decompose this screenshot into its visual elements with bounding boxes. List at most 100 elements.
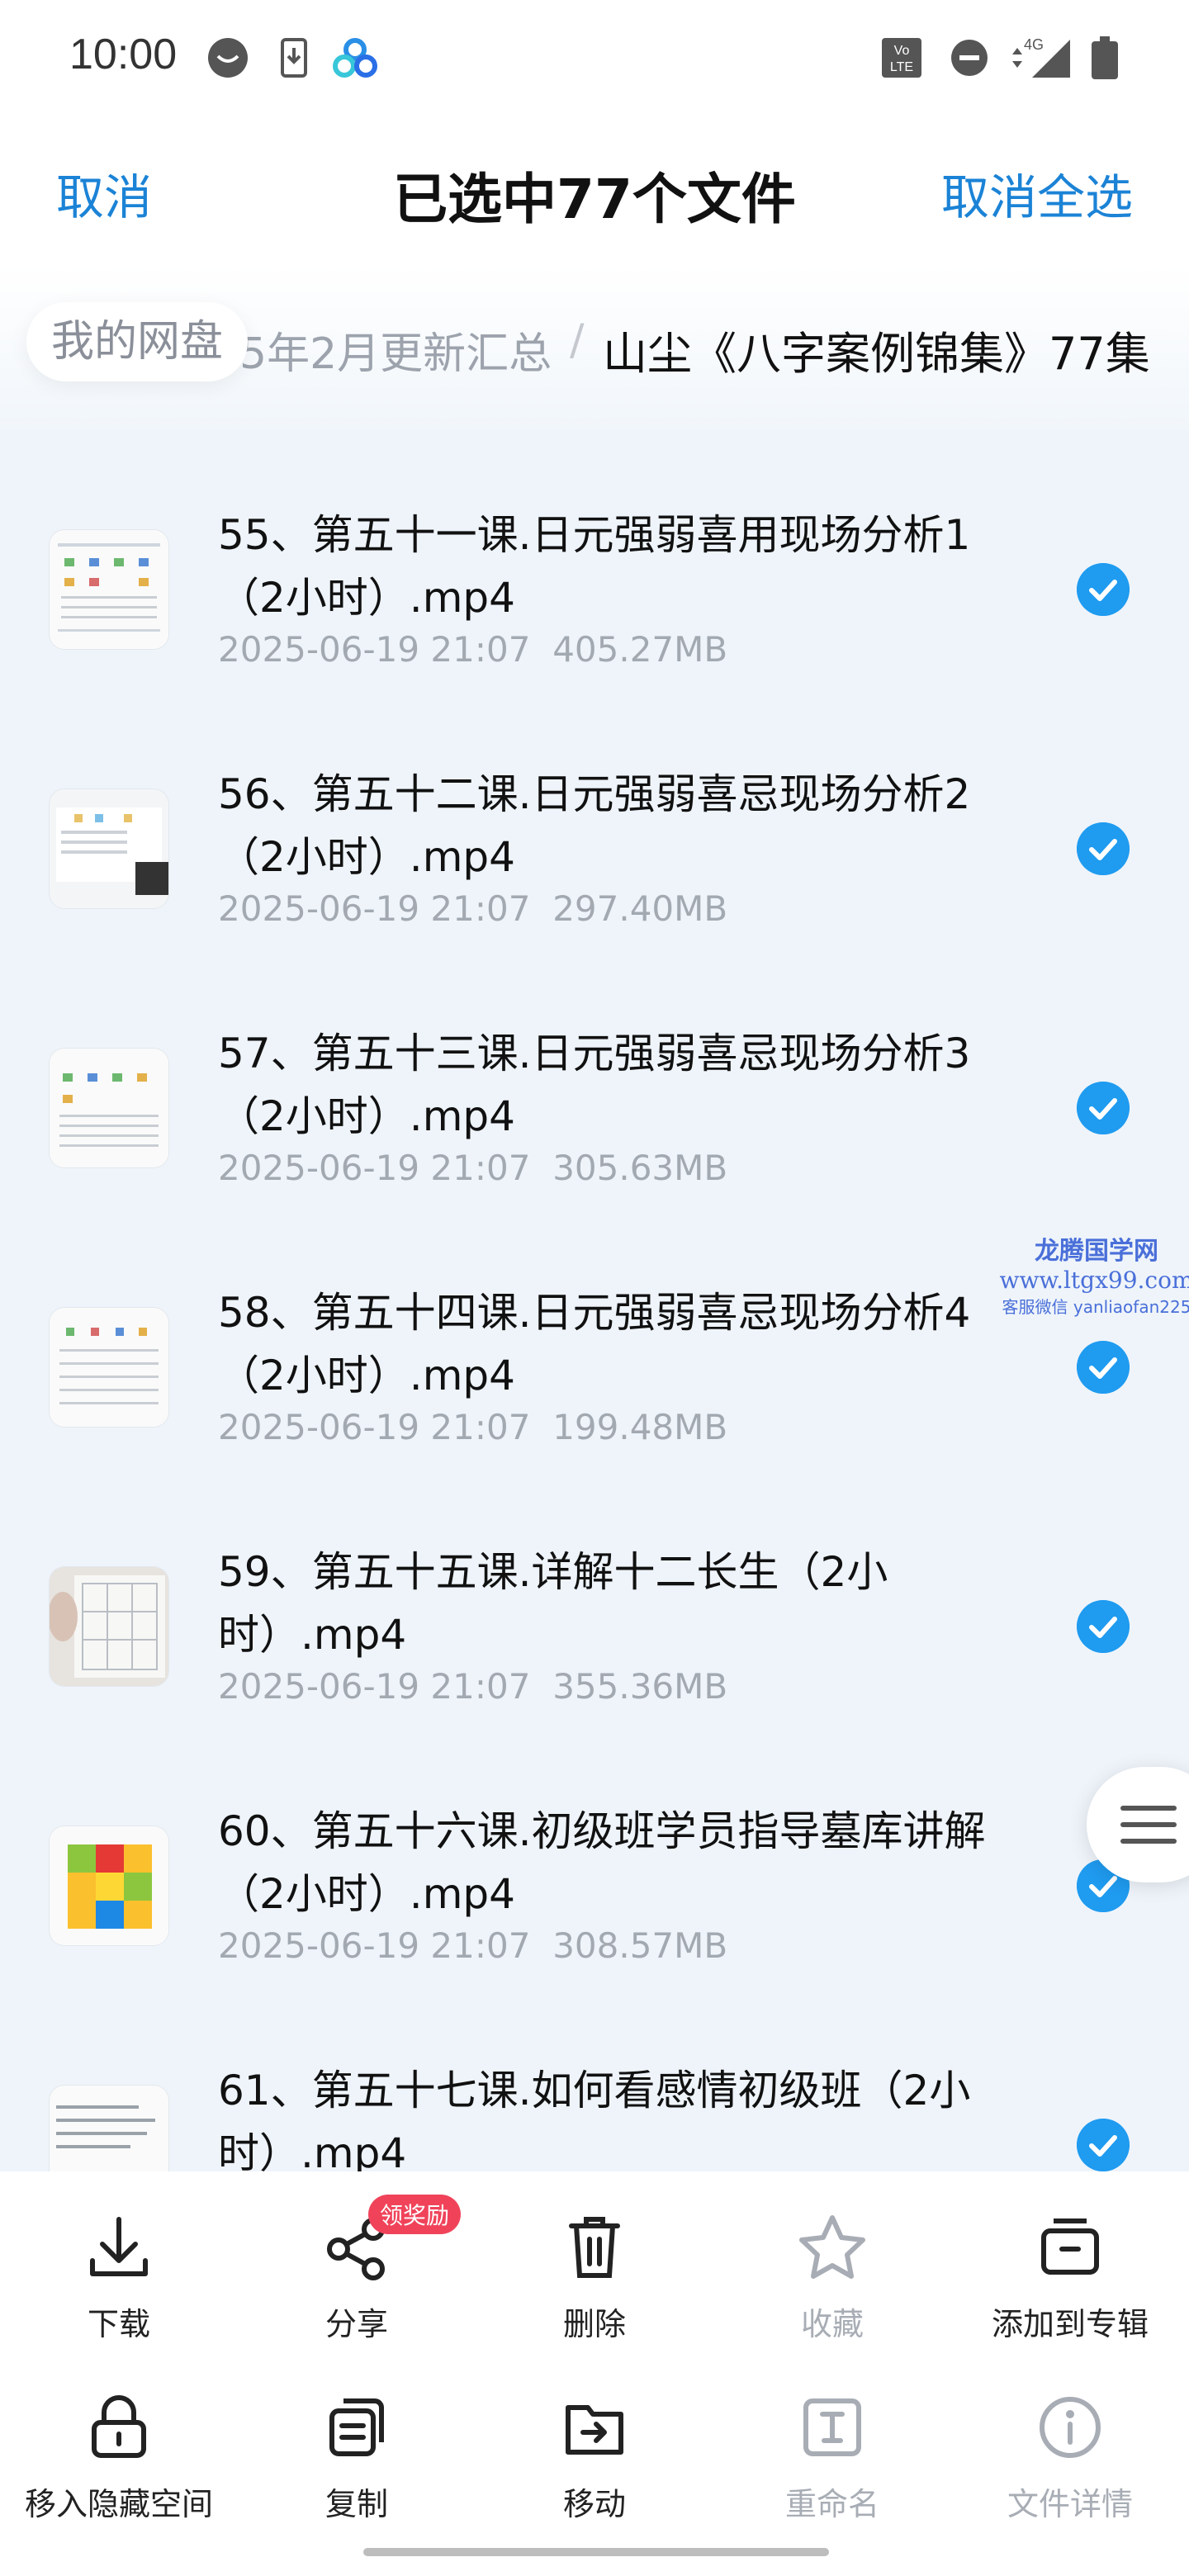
status-bar: 10:00 Vo LTE 4G [0, 0, 1189, 116]
video-thumbnail [50, 1826, 168, 1945]
file-size: 199.48MB [552, 1407, 728, 1447]
selection-top-bar: 取消 已选中77个文件 取消全选 [0, 116, 1189, 264]
breadcrumb-separator: / [570, 315, 585, 365]
file-date: 2025-06-19 21:07 [218, 888, 531, 929]
video-thumbnail [50, 1049, 168, 1167]
file-size: 355.36MB [552, 1666, 728, 1707]
baidu-netdisk-icon [333, 38, 377, 78]
file-size: 297.40MB [552, 888, 728, 929]
move-label: 移动 [562, 2486, 626, 2522]
checked-icon[interactable] [1077, 1341, 1130, 1394]
move-action[interactable]: 移动 [476, 2388, 713, 2524]
add-to-album-label: 添加到专辑 [991, 2306, 1149, 2342]
file-name: 59、第五十五课.详解十二长生（2小时）.mp4 [218, 1548, 888, 1659]
copy-icon [329, 2398, 384, 2456]
file-meta: 2025-06-19 21:07 405.27MB [218, 629, 727, 670]
svg-text:LTE: LTE [890, 60, 913, 74]
watermark-title: 龙腾国学网 [1035, 1237, 1158, 1266]
file-row[interactable]: 59、第五十五课.详解十二长生（2小时）.mp4 2025-06-19 21:0… [0, 1524, 1189, 1783]
file-row[interactable]: 56、第五十二课.日元强弱喜忌现场分析2（2小时）.mp4 2025-06-19… [0, 746, 1189, 1006]
share-label: 分享 [324, 2306, 388, 2342]
checked-icon[interactable] [1077, 1082, 1130, 1134]
breadcrumb-home[interactable]: 我的网盘 [26, 302, 249, 381]
volte-icon: Vo LTE [882, 38, 921, 78]
file-date: 2025-06-19 21:07 [218, 1148, 531, 1188]
file-row[interactable]: 57、第五十三课.日元强弱喜忌现场分析3（2小时）.mp4 2025-06-19… [0, 1006, 1189, 1265]
download-icon [90, 2217, 148, 2276]
checked-icon[interactable] [1077, 563, 1130, 616]
favorite-action[interactable]: 收藏 [713, 2208, 951, 2344]
file-meta: 2025-06-19 21:07 199.48MB [218, 1407, 727, 1447]
delete-action[interactable]: 删除 [476, 2208, 713, 2344]
move-to-hidden-label: 移入隐藏空间 [24, 2486, 213, 2522]
file-details-label: 文件详情 [1007, 2486, 1133, 2522]
copy-action[interactable]: 复制 [238, 2388, 476, 2524]
file-name: 57、第五十三课.日元强弱喜忌现场分析3（2小时）.mp4 [218, 1030, 971, 1140]
svg-text:Vo: Vo [894, 44, 910, 58]
move-icon [566, 2405, 623, 2455]
checked-icon[interactable] [1077, 822, 1130, 875]
share-reward-badge: 领奖励 [368, 2195, 462, 2234]
home-indicator[interactable] [363, 2548, 829, 2556]
menu-icon [1120, 1806, 1177, 1844]
file-meta: 2025-06-19 21:07 308.57MB [218, 1925, 727, 1966]
bottom-action-panel: 下载 分享 删除 收藏 添加到专辑 移入隐藏空间 复制 移动 重命名 文件详情 [0, 2171, 1189, 2576]
download-action[interactable]: 下载 [0, 2208, 238, 2344]
status-time: 10:00 [69, 31, 178, 78]
do-not-disturb-icon [951, 40, 988, 76]
rename-label: 重命名 [784, 2486, 879, 2522]
breadcrumb-current-folder: 山尘《八字案例锦集》77集 [603, 328, 1150, 380]
checked-icon[interactable] [1077, 1600, 1130, 1653]
file-meta: 2025-06-19 21:07 305.63MB [218, 1148, 727, 1188]
video-thumbnail [50, 789, 168, 908]
file-date: 2025-06-19 21:07 [218, 1407, 531, 1447]
watermark-contact: 客服微信 yanliaofan225 [1002, 1297, 1189, 1317]
watermark: 龙腾国学网 www.ltgx99.com 客服微信 yanliaofan225 [997, 1230, 1189, 1318]
download-notification-icon [281, 38, 307, 78]
signal-4g-icon: 4G [1012, 36, 1070, 78]
file-name: 55、第五十一课.日元强弱喜用现场分析1（2小时）.mp4 [218, 511, 971, 622]
breadcrumb: 我的网盘 5年2月更新汇总 / 山尘《八字案例锦集》77集 [0, 264, 1189, 429]
file-size: 305.63MB [552, 1148, 728, 1188]
file-name: 60、第五十六课.初级班学员指导墓库讲解（2小时）.mp4 [218, 1807, 986, 1918]
video-thumbnail [50, 1567, 168, 1686]
breadcrumb-parent-folder[interactable]: 5年2月更新汇总 [239, 319, 552, 381]
delete-label: 删除 [562, 2306, 626, 2342]
copy-label: 复制 [324, 2486, 388, 2522]
video-thumbnail [50, 2086, 168, 2171]
trash-icon [569, 2217, 620, 2278]
file-meta: 2025-06-19 21:07 297.40MB [218, 888, 727, 929]
network-label: 4G [1024, 36, 1044, 53]
file-name: 58、第五十四课.日元强弱喜忌现场分析4（2小时）.mp4 [218, 1289, 971, 1399]
star-icon [799, 2215, 865, 2279]
add-to-album-action[interactable]: 添加到专辑 [951, 2208, 1189, 2344]
file-size: 308.57MB [552, 1925, 728, 1966]
file-row[interactable]: 55、第五十一课.日元强弱喜用现场分析1（2小时）.mp4 2025-06-19… [0, 487, 1189, 746]
video-thumbnail [50, 530, 168, 649]
file-details-action[interactable]: 文件详情 [951, 2388, 1189, 2524]
checked-icon[interactable] [1077, 2119, 1130, 2171]
file-size: 405.27MB [552, 629, 728, 670]
file-date: 2025-06-19 21:07 [218, 1666, 531, 1707]
download-label: 下载 [87, 2306, 150, 2342]
file-name: 56、第五十二课.日元强弱喜忌现场分析2（2小时）.mp4 [218, 770, 971, 881]
file-date: 2025-06-19 21:07 [218, 1925, 531, 1966]
rename-icon [803, 2398, 861, 2456]
rename-action[interactable]: 重命名 [713, 2388, 951, 2524]
floating-menu-button[interactable] [1087, 1767, 1189, 1882]
favorite-label: 收藏 [800, 2306, 864, 2342]
move-to-hidden-action[interactable]: 移入隐藏空间 [0, 2388, 238, 2524]
file-meta: 2025-06-19 21:07 355.36MB [218, 1666, 727, 1707]
lock-icon [92, 2395, 146, 2458]
deselect-all-button[interactable]: 取消全选 [941, 159, 1133, 228]
file-name: 61、第五十七课.如何看感情初级班（2小时）.mp4 [218, 2067, 971, 2171]
watermark-url: www.ltgx99.com [999, 1267, 1189, 1294]
file-date: 2025-06-19 21:07 [218, 629, 531, 670]
album-icon [1041, 2218, 1099, 2275]
battery-icon [1092, 36, 1118, 79]
video-thumbnail [50, 1308, 168, 1427]
file-row[interactable]: 61、第五十七课.如何看感情初级班（2小时）.mp4 [0, 2043, 1189, 2171]
info-icon [1040, 2397, 1101, 2458]
file-row[interactable]: 60、第五十六课.初级班学员指导墓库讲解（2小时）.mp4 2025-06-19… [0, 1783, 1189, 2043]
app-notification-icon [208, 38, 248, 78]
